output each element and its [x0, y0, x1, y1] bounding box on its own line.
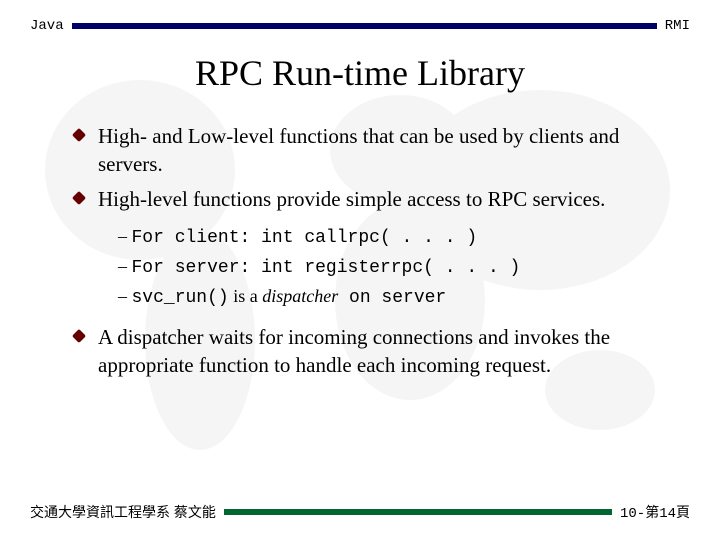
bullet-item: A dispatcher waits for incoming connecti… — [80, 323, 680, 380]
slide-title: RPC Run-time Library — [0, 52, 720, 94]
sub-bullet-item: For client: int callrpc( . . . ) — [118, 223, 680, 253]
sub-bullet-item: For server: int registerrpc( . . . ) — [118, 253, 680, 283]
bullet-item: High-level functions provide simple acce… — [80, 185, 680, 313]
header-left-label: Java — [30, 18, 72, 34]
footer-bar-row: 交通大學資訊工程學系 蔡文能 10-第14頁 — [0, 502, 720, 522]
bullet-text: High-level functions provide simple acce… — [98, 187, 605, 211]
header-right-label: RMI — [657, 18, 690, 34]
footer-divider-bar — [224, 509, 612, 515]
bullet-item: High- and Low-level functions that can b… — [80, 122, 680, 179]
sub-bullet-item: svc_run() is a dispatcher on server — [118, 283, 680, 313]
footer-left-label: 交通大學資訊工程學系 蔡文能 — [30, 502, 224, 522]
bullet-list: High- and Low-level functions that can b… — [80, 122, 680, 379]
header-divider-bar — [72, 23, 657, 29]
sub-bullet-list: For client: int callrpc( . . . ) For ser… — [118, 223, 680, 313]
footer-right-label: 10-第14頁 — [612, 502, 690, 522]
header-bar-row: Java RMI — [0, 0, 720, 34]
